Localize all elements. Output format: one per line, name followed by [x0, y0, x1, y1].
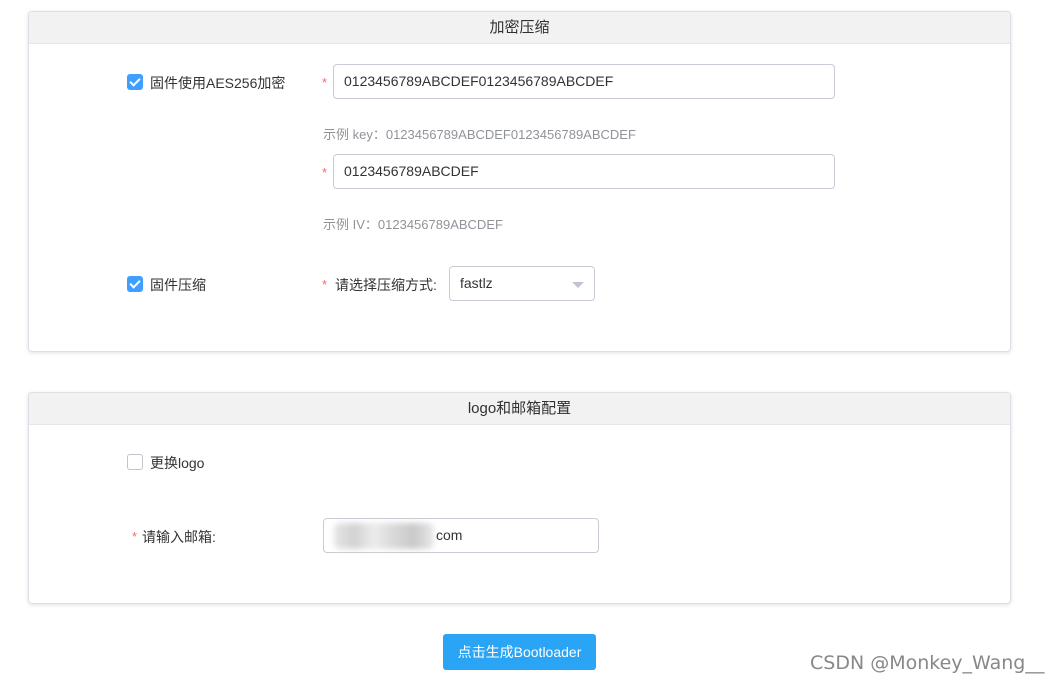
compress-required-mark: * [322, 277, 328, 292]
logo-card-title: logo和邮箱配置 [29, 393, 1010, 425]
iv-required-mark: * [322, 165, 328, 180]
compress-method-select[interactable]: fastlz [449, 266, 595, 301]
email-label: 请输入邮箱: [142, 529, 216, 545]
key-required-mark: * [322, 75, 328, 90]
logo-email-card: logo和邮箱配置 [28, 392, 1011, 604]
chevron-down-icon [572, 282, 584, 288]
logo-checkbox[interactable] [127, 454, 143, 470]
compress-checkbox[interactable] [127, 276, 143, 292]
generate-bootloader-button[interactable]: 点击生成Bootloader [443, 634, 596, 670]
email-input[interactable]: com [323, 518, 599, 553]
compress-checkbox-label[interactable]: 固件压缩 [150, 275, 206, 295]
csdn-watermark: CSDN @Monkey_Wang__ [810, 652, 1045, 674]
email-visible-suffix: com [436, 527, 463, 543]
aes-key-input[interactable]: 0123456789ABCDEF0123456789ABCDEF [333, 64, 835, 99]
compress-method-label: 请选择压缩方式: [335, 277, 437, 293]
logo-checkbox-label[interactable]: 更换logo [150, 453, 204, 473]
encrypt-card-title: 加密压缩 [29, 12, 1010, 44]
key-example-hint: 示例 key：0123456789ABCDEF0123456789ABCDEF [323, 127, 636, 142]
aes-iv-input[interactable]: 0123456789ABCDEF [333, 154, 835, 189]
aes-checkbox-label[interactable]: 固件使用AES256加密 [150, 73, 285, 93]
email-required-mark: * [132, 529, 138, 544]
aes-checkbox[interactable] [127, 74, 143, 90]
compress-method-value: fastlz [460, 275, 493, 291]
redacted-email-blur [334, 523, 434, 549]
iv-example-hint: 示例 IV：0123456789ABCDEF [323, 217, 503, 232]
